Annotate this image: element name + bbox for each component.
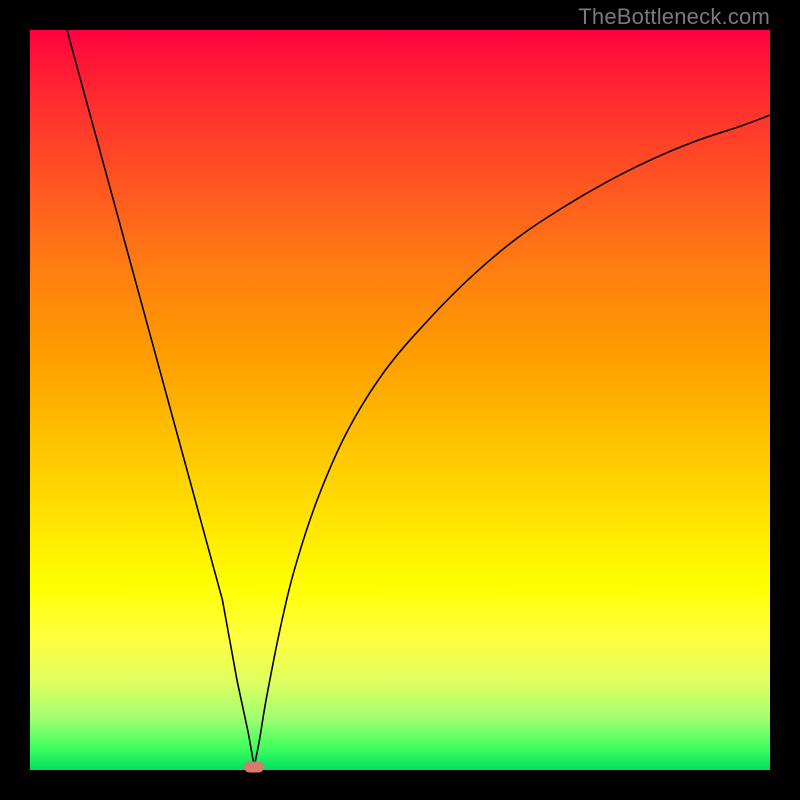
watermark-text: TheBottleneck.com xyxy=(578,4,770,30)
minimum-marker xyxy=(244,762,264,773)
chart-container: TheBottleneck.com xyxy=(0,0,800,800)
plot-area xyxy=(30,30,770,770)
curve-svg xyxy=(30,30,770,770)
bottleneck-curve xyxy=(67,30,770,766)
